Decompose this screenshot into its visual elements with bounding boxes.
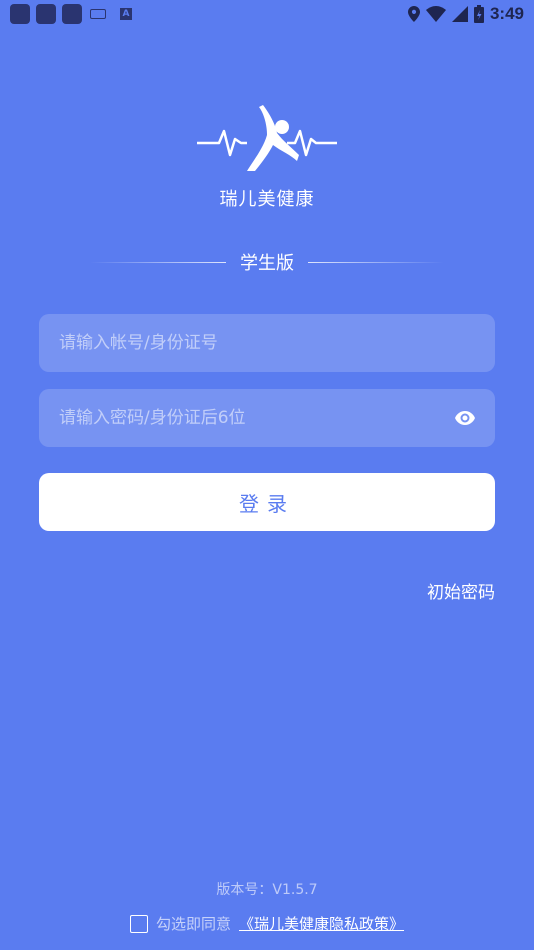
running-person-heartbeat-icon — [197, 105, 337, 171]
divider-line — [308, 261, 444, 263]
status-notifications: A — [10, 4, 132, 24]
privacy-policy-link[interactable]: 《瑞儿美健康隐私政策》 — [239, 913, 404, 934]
privacy-agreement: 勾选即同意 《瑞儿美健康隐私政策》 — [0, 913, 534, 934]
a-icon: A — [120, 8, 132, 20]
eye-icon[interactable] — [455, 408, 475, 428]
agree-checkbox[interactable] — [129, 914, 148, 933]
status-system-icons: 3:49 — [407, 4, 524, 24]
notification-icon — [36, 4, 56, 24]
notification-icon — [62, 4, 82, 24]
agree-text: 勾选即同意 — [155, 915, 231, 933]
notification-icon — [10, 4, 30, 24]
wifi-icon — [425, 6, 446, 22]
brand-header: 瑞儿美健康 — [0, 105, 534, 211]
initial-password-link[interactable]: 初始密码 — [427, 578, 495, 603]
keyboard-icon — [90, 9, 106, 19]
edition-divider: 学生版 — [90, 249, 444, 275]
password-input[interactable] — [59, 408, 455, 428]
signal-icon — [451, 6, 468, 22]
brand-name: 瑞儿美健康 — [219, 189, 315, 210]
account-field — [39, 314, 495, 372]
edition-label: 学生版 — [240, 253, 294, 274]
battery-icon — [473, 5, 484, 23]
status-bar: A 3:49 — [0, 0, 534, 28]
login-button[interactable]: 登录 — [39, 473, 495, 531]
divider-line — [90, 261, 226, 263]
version-label: 版本号：V1.5.7 — [216, 882, 318, 898]
password-field — [39, 389, 495, 447]
account-input[interactable] — [59, 333, 475, 353]
location-icon — [407, 6, 420, 22]
clock: 3:49 — [489, 4, 524, 23]
